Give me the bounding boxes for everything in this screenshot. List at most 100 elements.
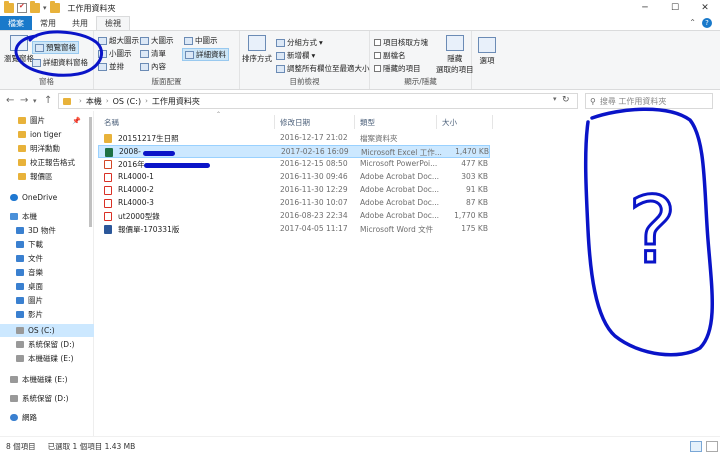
- folder-icon: [18, 159, 26, 166]
- column-divider[interactable]: [436, 115, 437, 129]
- hidden-items-toggle[interactable]: 隱藏的項目: [374, 63, 421, 74]
- maximize-button[interactable]: ☐: [660, 0, 690, 16]
- tab-view[interactable]: 檢視: [96, 16, 130, 30]
- help-icon[interactable]: ?: [702, 18, 712, 28]
- table-row[interactable]: RL4000-3 2016-11-30 10:07 Adobe Acrobat …: [98, 197, 490, 210]
- large-icons-view-icon[interactable]: [706, 441, 718, 452]
- nav-item-this-pc[interactable]: 本機: [0, 210, 94, 223]
- file-date: 2017-04-05 11:17: [280, 224, 348, 233]
- nav-item-local-disk-e-root[interactable]: 本機磁碟 (E:): [0, 373, 94, 386]
- column-header-date[interactable]: 修改日期: [280, 115, 310, 129]
- up-arrow-icon[interactable]: ↑: [44, 95, 52, 106]
- table-row[interactable]: RL4000-1 2016-11-30 09:46 Adobe Acrobat …: [98, 171, 490, 184]
- breadcrumb-this-pc[interactable]: 本機: [86, 96, 102, 107]
- nav-item-videos[interactable]: 影片: [0, 308, 94, 321]
- column-divider[interactable]: [274, 115, 275, 129]
- nav-pane-button[interactable]: 瀏覽窗格: [4, 35, 34, 64]
- large-icons-option[interactable]: 大圖示: [140, 35, 174, 46]
- nav-item-3d-objects[interactable]: 3D 物件: [0, 224, 94, 237]
- column-header-size[interactable]: 大小: [442, 115, 457, 129]
- file-type: Microsoft Word 文件: [360, 225, 434, 234]
- nav-item-onedrive[interactable]: OneDrive: [0, 191, 94, 204]
- tab-share[interactable]: 共用: [64, 16, 96, 30]
- add-columns-button[interactable]: 新增欄 ▾: [276, 50, 315, 61]
- new-folder-icon[interactable]: [30, 1, 40, 13]
- tiles-option[interactable]: 並排: [98, 61, 124, 72]
- details-icon: [185, 50, 194, 59]
- nav-item-system-reserved-d[interactable]: 系統保留 (D:): [0, 338, 94, 351]
- close-button[interactable]: ✕: [690, 0, 720, 16]
- tiles-icon: [98, 62, 107, 71]
- refresh-icon[interactable]: ↻: [562, 95, 570, 105]
- nav-item-documents[interactable]: 文件: [0, 252, 94, 265]
- file-extensions-toggle[interactable]: 副檔名: [374, 50, 406, 61]
- nav-item-music[interactable]: 音樂: [0, 266, 94, 279]
- breadcrumb-drive[interactable]: OS (C:): [113, 97, 141, 106]
- sort-by-button[interactable]: 排序方式: [242, 35, 272, 64]
- nav-item-desktop[interactable]: 桌面: [0, 280, 94, 293]
- minimize-button[interactable]: ─: [630, 0, 660, 16]
- customize-toolbar-icon[interactable]: ▾: [43, 4, 47, 12]
- size-all-columns-button[interactable]: 調整所有欄位至最適大小: [276, 63, 370, 74]
- nav-item-system-reserved-d-root[interactable]: 系統保留 (D:): [0, 392, 94, 405]
- extra-large-icons-option[interactable]: 超大圖示: [98, 35, 139, 46]
- file-size: 477 KB: [461, 159, 488, 168]
- content-option[interactable]: 內容: [140, 61, 166, 72]
- table-row[interactable]: ut2000型錄 2016-08-23 22:34 Adobe Acrobat …: [98, 210, 490, 223]
- column-header-type[interactable]: 類型: [360, 115, 375, 129]
- forward-arrow-icon[interactable]: →: [20, 95, 28, 106]
- pin-icon[interactable]: 📌: [72, 117, 81, 125]
- nav-item-report-format[interactable]: 校正報告格式: [0, 156, 94, 169]
- cloud-icon: [10, 194, 18, 201]
- column-header-name[interactable]: 名稱: [104, 115, 119, 129]
- chevron-up-icon[interactable]: ⌃: [689, 18, 696, 27]
- table-row[interactable]: RL4000-2 2016-11-30 12:29 Adobe Acrobat …: [98, 184, 490, 197]
- column-divider[interactable]: [354, 115, 355, 129]
- tab-home[interactable]: 常用: [32, 16, 64, 30]
- file-type: Microsoft Excel 工作...: [361, 148, 442, 157]
- table-row[interactable]: 20151217生日照 2016-12-17 21:02 檔案資料夾: [98, 132, 490, 145]
- drive-icon: [10, 395, 18, 402]
- nav-item-ion-tiger[interactable]: ion tiger: [0, 128, 94, 141]
- group-by-button[interactable]: 分組方式 ▾: [276, 37, 323, 48]
- file-name: ut2000型錄: [118, 212, 160, 221]
- drive-icon: [10, 376, 18, 383]
- small-icons-option[interactable]: 小圖示: [98, 48, 132, 59]
- details-view-icon[interactable]: [690, 441, 702, 452]
- nav-item-pictures[interactable]: 圖片: [0, 294, 94, 307]
- item-checkboxes-toggle[interactable]: 項目核取方塊: [374, 37, 428, 48]
- breadcrumb-folder[interactable]: 工作用資料夾: [152, 96, 200, 107]
- column-divider[interactable]: [492, 115, 493, 129]
- table-row[interactable]: 2016年 2016-12-15 08:50 Microsoft PowerPo…: [98, 158, 490, 171]
- nav-scrollbar[interactable]: [89, 117, 92, 227]
- tab-file[interactable]: 檔案: [0, 16, 32, 30]
- nav-item-folder[interactable]: 明洋勳勳: [0, 142, 94, 155]
- status-bar: 8 個項目 已選取 1 個項目 1.43 MB: [0, 436, 720, 456]
- back-arrow-icon[interactable]: ←: [6, 95, 14, 106]
- group-label: 顯示/隱藏: [404, 77, 437, 86]
- search-input[interactable]: ⚲ 搜尋 工作用資料夾: [585, 93, 713, 109]
- preview-pane-button[interactable]: 預覽窗格: [32, 41, 79, 54]
- nav-item-os-c[interactable]: OS (C:): [0, 324, 94, 337]
- details-pane-button[interactable]: 詳細資料窗格: [32, 57, 88, 68]
- recent-locations-icon[interactable]: ▾: [33, 97, 37, 105]
- medium-icons-option[interactable]: 中圖示: [184, 35, 218, 46]
- properties-icon[interactable]: [17, 3, 27, 13]
- file-type: Adobe Acrobat Doc...: [360, 185, 440, 194]
- table-row[interactable]: 2008- 2017-02-16 16:09 Microsoft Excel 工…: [98, 145, 490, 158]
- folder-icon: [104, 134, 112, 143]
- nav-item-pictures-pinned[interactable]: 圖片 📌: [0, 114, 94, 127]
- document-icon: [16, 255, 24, 262]
- extra-large-icons-icon: [98, 36, 107, 45]
- nav-item-network[interactable]: 網路: [0, 411, 94, 424]
- nav-item-downloads[interactable]: 下載: [0, 238, 94, 251]
- list-option[interactable]: 清單: [140, 48, 166, 59]
- details-option[interactable]: 詳細資料: [182, 48, 229, 61]
- address-bar[interactable]: › 本機 › OS (C:) › 工作用資料夾: [58, 93, 578, 109]
- nav-item-quotes[interactable]: 報價區: [0, 170, 94, 183]
- table-row[interactable]: 報價單-170331版 2017-04-05 11:17 Microsoft W…: [98, 223, 490, 236]
- nav-item-local-disk-e[interactable]: 本機磁碟 (E:): [0, 352, 94, 365]
- options-button[interactable]: 選項: [478, 37, 496, 66]
- address-dropdown-icon[interactable]: ▾: [553, 95, 557, 103]
- hide-selected-button[interactable]: 隱藏 選取的項目: [436, 35, 474, 75]
